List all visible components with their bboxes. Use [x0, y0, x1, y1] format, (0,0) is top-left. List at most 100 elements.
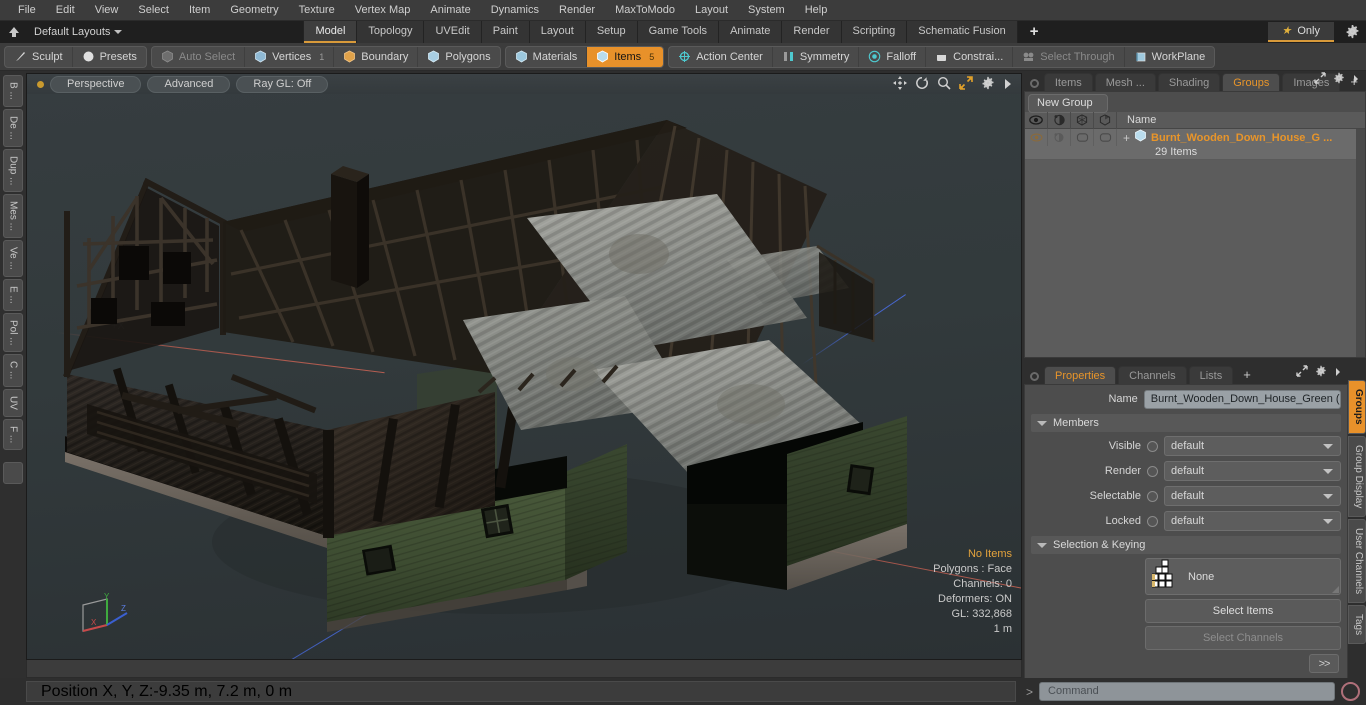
- items-button[interactable]: Items 5: [587, 46, 664, 67]
- left-rail-tab-deform[interactable]: De ...: [3, 108, 23, 147]
- layout-tab-model[interactable]: Model: [303, 21, 358, 43]
- menu-item-texture[interactable]: Texture: [289, 0, 345, 21]
- only-toggle-button[interactable]: ★ Only: [1267, 22, 1334, 42]
- keyset-widget[interactable]: None: [1145, 558, 1341, 595]
- group-list-body[interactable]: + Burnt_Wooden_Down_House_G ... 29 Items: [1025, 129, 1365, 357]
- rotate-icon[interactable]: [915, 76, 929, 95]
- gear-icon[interactable]: [1315, 364, 1327, 382]
- chevron-right-icon[interactable]: [1003, 77, 1013, 95]
- auto-select-button[interactable]: Auto Select: [152, 46, 246, 67]
- side-tab-tags[interactable]: Tags: [1348, 605, 1366, 645]
- menu-item-layout[interactable]: Layout: [685, 0, 738, 21]
- viewport-projection-button[interactable]: Perspective: [50, 75, 142, 93]
- left-rail-tab-basic[interactable]: B ...: [3, 75, 23, 107]
- menu-item-item[interactable]: Item: [179, 0, 220, 21]
- viewport-shading-button[interactable]: Advanced: [147, 75, 231, 93]
- menu-item-vertex-map[interactable]: Vertex Map: [345, 0, 421, 21]
- gear-icon[interactable]: [1345, 24, 1360, 44]
- group-name[interactable]: Burnt_Wooden_Down_House_G ...: [1151, 132, 1332, 144]
- layout-tab-paint[interactable]: Paint: [481, 21, 530, 43]
- row-render-icon[interactable]: [1048, 129, 1071, 146]
- new-group-button[interactable]: New Group: [1028, 94, 1108, 113]
- add-properties-tab-button[interactable]: +: [1235, 366, 1259, 384]
- locked-dropdown[interactable]: default: [1164, 511, 1341, 531]
- layout-tab-animate[interactable]: Animate: [719, 21, 783, 43]
- menu-item-file[interactable]: File: [8, 0, 46, 21]
- panel-tab-shading[interactable]: Shading: [1157, 73, 1221, 91]
- falloff-button[interactable]: Falloff: [859, 46, 927, 67]
- layout-tab-game-tools[interactable]: Game Tools: [637, 21, 720, 43]
- menu-item-edit[interactable]: Edit: [46, 0, 85, 21]
- row-shading-toggle[interactable]: [1094, 129, 1117, 146]
- visible-dropdown[interactable]: default: [1164, 436, 1341, 456]
- chevron-right-icon[interactable]: [1334, 364, 1342, 382]
- row-wireframe-toggle[interactable]: [1071, 129, 1094, 146]
- left-rail-tab-vertex[interactable]: Ve ...: [3, 240, 23, 277]
- constraint-button[interactable]: Constrai...: [926, 46, 1014, 67]
- left-rail-tab-extra[interactable]: [3, 461, 23, 484]
- left-rail-tab-mesh[interactable]: Mes ...: [3, 194, 23, 239]
- command-record-icon[interactable]: [1341, 682, 1360, 701]
- tab-properties[interactable]: Properties: [1044, 366, 1117, 384]
- menu-item-geometry[interactable]: Geometry: [220, 0, 288, 21]
- viewport-raygl-button[interactable]: Ray GL: Off: [236, 75, 329, 93]
- select-items-button[interactable]: Select Items: [1145, 599, 1341, 623]
- chevron-right-icon[interactable]: [1352, 71, 1360, 89]
- gear-icon[interactable]: [981, 76, 995, 95]
- group-list-scrollbar[interactable]: [1356, 129, 1365, 357]
- menu-item-view[interactable]: View: [85, 0, 129, 21]
- left-rail-tab-polygon[interactable]: Pol ...: [3, 312, 23, 353]
- side-tab-user-channels[interactable]: User Channels: [1348, 518, 1366, 604]
- name-field[interactable]: Burnt_Wooden_Down_House_Green (: [1143, 389, 1341, 409]
- members-section-header[interactable]: Members: [1031, 414, 1341, 432]
- menu-item-select[interactable]: Select: [128, 0, 179, 21]
- panel-tab-items[interactable]: Items: [1043, 73, 1093, 91]
- panel-menu-knob-icon[interactable]: [1030, 79, 1039, 88]
- left-rail-tab-edge[interactable]: E ...: [3, 278, 23, 311]
- layout-tab-layout[interactable]: Layout: [529, 21, 586, 43]
- left-rail-tab-curve[interactable]: C ...: [3, 354, 23, 387]
- menu-item-system[interactable]: System: [738, 0, 795, 21]
- add-layout-tab-button[interactable]: +: [1018, 21, 1051, 43]
- layout-tab-topology[interactable]: Topology: [357, 21, 425, 43]
- locked-radio[interactable]: [1147, 515, 1158, 527]
- side-tab-group-display[interactable]: Group Display: [1348, 435, 1366, 517]
- gear-icon[interactable]: [1333, 71, 1345, 89]
- fit-icon[interactable]: [959, 76, 973, 95]
- column-render-icon[interactable]: [1048, 111, 1071, 129]
- row-visible-eye-icon[interactable]: [1025, 129, 1048, 146]
- render-radio[interactable]: [1147, 465, 1158, 477]
- select-channels-button[interactable]: Select Channels: [1145, 626, 1341, 650]
- workplane-button[interactable]: WorkPlane: [1125, 47, 1215, 67]
- viewport-menu-dot-icon[interactable]: [37, 80, 44, 88]
- tab-channels[interactable]: Channels: [1118, 366, 1187, 384]
- menu-item-maxtomodo[interactable]: MaxToModo: [605, 0, 685, 21]
- menu-item-help[interactable]: Help: [795, 0, 838, 21]
- expand-icon[interactable]: [1314, 71, 1326, 89]
- presets-button[interactable]: Presets: [73, 47, 146, 67]
- vertices-button[interactable]: Vertices 1: [245, 46, 335, 67]
- visible-radio[interactable]: [1147, 440, 1158, 452]
- 3d-scene[interactable]: +X: [27, 74, 1021, 659]
- panel-tab-mesh[interactable]: Mesh ...: [1094, 73, 1156, 91]
- pan-icon[interactable]: [893, 76, 907, 95]
- layout-tab-setup[interactable]: Setup: [585, 21, 638, 43]
- viewport-frame[interactable]: +X: [26, 73, 1022, 660]
- side-tab-groups[interactable]: Groups: [1348, 380, 1366, 434]
- home-icon[interactable]: [6, 24, 22, 40]
- expand-icon[interactable]: [1296, 364, 1308, 382]
- menu-item-render[interactable]: Render: [549, 0, 605, 21]
- render-dropdown[interactable]: default: [1164, 461, 1341, 481]
- selection-keying-section-header[interactable]: Selection & Keying: [1031, 536, 1341, 554]
- table-row[interactable]: + Burnt_Wooden_Down_House_G ... 29 Items: [1025, 129, 1365, 160]
- symmetry-button[interactable]: Symmetry: [773, 46, 860, 67]
- layout-tab-uvedit[interactable]: UVEdit: [424, 21, 482, 43]
- left-rail-tab-uv[interactable]: UV: [3, 388, 23, 417]
- left-rail-tab-fusion[interactable]: F ...: [3, 418, 23, 450]
- menu-item-dynamics[interactable]: Dynamics: [481, 0, 549, 21]
- selectable-dropdown[interactable]: default: [1164, 486, 1341, 506]
- boundary-button[interactable]: Boundary: [334, 46, 419, 67]
- burnt-house-model[interactable]: [27, 74, 1022, 660]
- action-center-button[interactable]: Action Center: [669, 46, 773, 67]
- forward-button[interactable]: >>: [1309, 654, 1339, 673]
